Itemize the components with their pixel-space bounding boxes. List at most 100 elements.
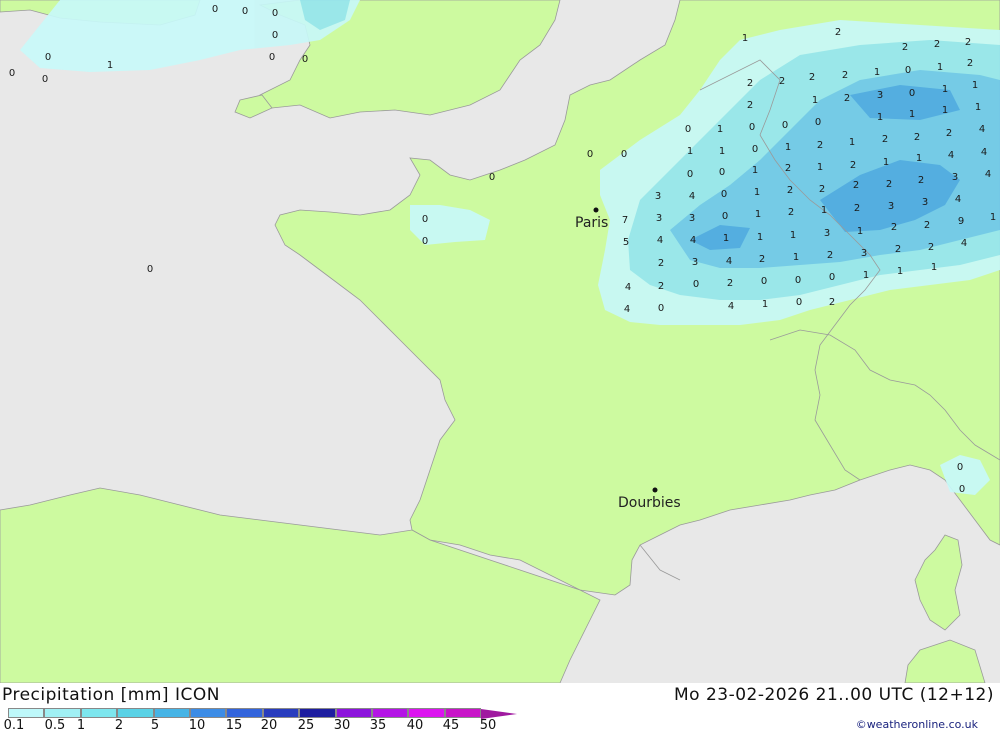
legend-swatch <box>189 708 227 718</box>
credit-link[interactable]: ©weatheronline.co.uk <box>856 718 978 731</box>
legend-swatch <box>262 708 300 718</box>
precip-value: 1 <box>874 67 880 78</box>
precip-value: 2 <box>924 220 930 231</box>
precip-value: 2 <box>842 70 848 81</box>
precip-value: 1 <box>752 165 758 176</box>
legend-label: 20 <box>260 718 278 733</box>
precip-value: 3 <box>692 257 698 268</box>
precip-value: 2 <box>727 278 733 289</box>
precip-value: 1 <box>937 62 943 73</box>
legend-label: 50 <box>479 718 497 733</box>
precip-value: 0 <box>957 462 963 473</box>
precip-value: 0 <box>782 120 788 131</box>
precip-value: 1 <box>897 266 903 277</box>
precip-value: 2 <box>891 222 897 233</box>
precip-value: 0 <box>587 149 593 160</box>
legend-label: 15 <box>225 718 243 733</box>
precip-value: 2 <box>886 179 892 190</box>
legend-swatch <box>153 708 190 718</box>
legend-label: 1 <box>76 718 86 733</box>
precip-value: 0 <box>693 279 699 290</box>
precip-value: 0 <box>242 6 248 17</box>
precip-value: 3 <box>922 197 928 208</box>
legend-swatch <box>226 708 263 718</box>
precip-value: 0 <box>272 30 278 41</box>
precip-value: 2 <box>914 132 920 143</box>
precip-value: 2 <box>967 58 973 69</box>
precip-value: 1 <box>942 84 948 95</box>
precip-value: 1 <box>107 60 113 71</box>
precip-value: 4 <box>955 194 961 205</box>
precip-value: 9 <box>958 216 964 227</box>
precip-value: 2 <box>854 203 860 214</box>
city-label: Paris <box>575 215 608 231</box>
precip-value: 1 <box>812 95 818 106</box>
legend-swatch <box>335 708 372 718</box>
map-title: Precipitation [mm] ICON <box>2 685 220 705</box>
legend-label: 25 <box>297 718 315 733</box>
precip-value: 0 <box>621 149 627 160</box>
precip-value: 0 <box>212 4 218 15</box>
precip-value: 1 <box>877 112 883 123</box>
precip-value: 1 <box>785 142 791 153</box>
precip-value: 0 <box>721 189 727 200</box>
precip-value: 2 <box>882 134 888 145</box>
precip-value: 0 <box>422 214 428 225</box>
precip-value: 3 <box>655 191 661 202</box>
precip-value: 3 <box>861 248 867 259</box>
precip-value: 0 <box>687 169 693 180</box>
city-marker <box>593 207 599 213</box>
legend-swatch <box>80 708 118 718</box>
precip-value: 0 <box>269 52 275 63</box>
precip-value: 0 <box>796 297 802 308</box>
precip-value: 1 <box>857 226 863 237</box>
legend-swatch <box>299 708 336 718</box>
precip-value: 0 <box>761 276 767 287</box>
precip-value: 4 <box>981 147 987 158</box>
precip-value: 0 <box>909 88 915 99</box>
precip-value: 1 <box>742 33 748 44</box>
legend-labels: 0.1 0.5 1 2 5 10 15 20 25 30 35 40 45 50 <box>0 718 520 733</box>
precip-value: 3 <box>824 228 830 239</box>
legend-swatch <box>371 708 409 718</box>
precip-value: 0 <box>959 484 965 495</box>
precip-value: 4 <box>657 235 663 246</box>
precip-value: 0 <box>815 117 821 128</box>
precip-value: 1 <box>916 153 922 164</box>
precip-value: 0 <box>829 272 835 283</box>
precip-value: 2 <box>928 242 934 253</box>
precip-value: 4 <box>985 169 991 180</box>
precip-value: 2 <box>918 175 924 186</box>
legend-swatch <box>44 708 81 718</box>
precip-value: 2 <box>850 160 856 171</box>
precip-value: 2 <box>934 39 940 50</box>
map-canvas: 0 0 0 1 0 0 0 0 0 0 0 0 0 0 0 0 1 2 2 2 2 2 2 1 0 1 2 2 2 1 2 3 0 1 1 2 1 1 1 1… <box>0 0 1000 683</box>
precip-value: 2 <box>827 250 833 261</box>
precip-value: 2 <box>809 72 815 83</box>
precip-value: 1 <box>719 146 725 157</box>
precip-value: 2 <box>779 76 785 87</box>
precip-value: 4 <box>625 282 631 293</box>
precip-value: 0 <box>489 172 495 183</box>
precip-value: 1 <box>790 230 796 241</box>
city-label: Dourbies <box>618 495 681 511</box>
precip-value: 0 <box>42 74 48 85</box>
precip-value: 1 <box>972 80 978 91</box>
precip-value: 0 <box>795 275 801 286</box>
legend-label: 5 <box>150 718 160 733</box>
precip-value: 0 <box>272 8 278 19</box>
precip-value: 1 <box>757 232 763 243</box>
legend-label: 30 <box>333 718 351 733</box>
legend-swatch <box>408 708 445 718</box>
legend-swatch <box>8 708 45 718</box>
precip-value: 1 <box>754 187 760 198</box>
precip-value: 1 <box>723 233 729 244</box>
precip-value: 2 <box>759 254 765 265</box>
precip-value: 0 <box>749 122 755 133</box>
precip-value: 5 <box>623 237 629 248</box>
precip-value: 4 <box>961 238 967 249</box>
precip-value: 2 <box>788 207 794 218</box>
precip-value: 4 <box>728 301 734 312</box>
precip-value: 3 <box>656 213 662 224</box>
precip-value: 2 <box>658 281 664 292</box>
